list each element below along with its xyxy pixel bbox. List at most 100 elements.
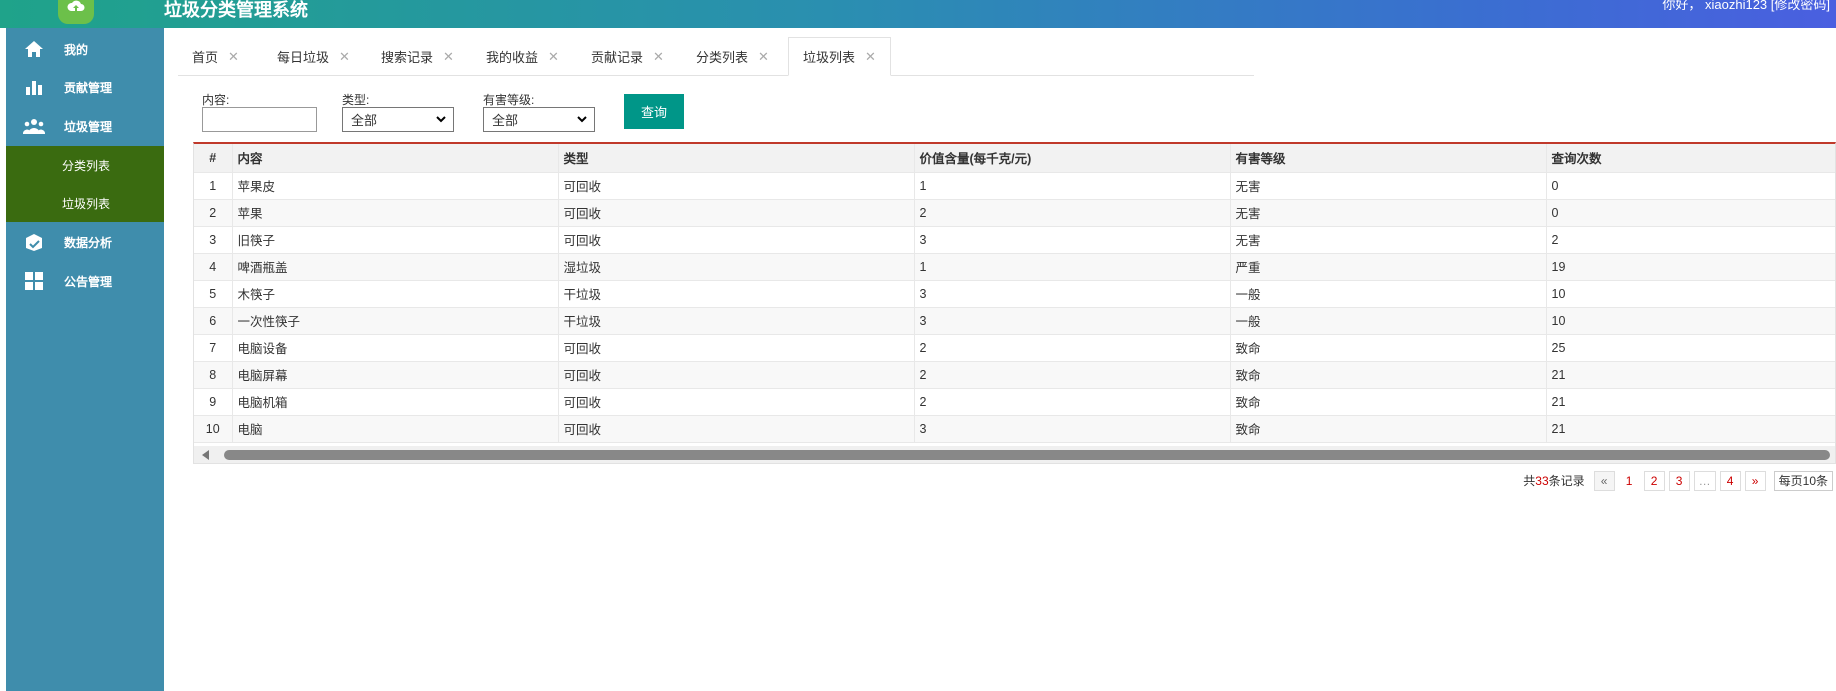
table-cell: 啤酒瓶盖 [232,253,559,281]
close-icon[interactable]: ✕ [653,49,664,65]
page-button[interactable]: 3 [1668,470,1690,491]
harm-level-select[interactable]: 全部 [483,107,595,132]
table-cell: 电脑 [232,415,559,443]
table-cell: 3 [914,415,1231,443]
tab-label: 垃圾列表 [803,50,856,65]
table-cell: 2 [194,199,233,227]
table-cell: 3 [914,280,1231,308]
top-header: 垃圾分类管理系统 你好， xiaozhi123 [修改密码] [0,0,1836,28]
table-cell: 一次性筷子 [232,307,559,335]
tab-label: 分类列表 [696,50,749,65]
pagination: 共33条记录 « 1 2 3 … 4 » 每页10条 [1523,470,1833,491]
sidebar-item-analytics[interactable]: 数据分析 [6,224,164,260]
total-records: 共33条记录 [1523,474,1585,488]
cloud-upload-icon [67,0,85,11]
close-icon[interactable]: ✕ [758,49,769,65]
table-cell: 2 [914,361,1231,389]
user-info[interactable]: 你好， xiaozhi123 [修改密码] [1662,0,1830,13]
app-title: 垃圾分类管理系统 [164,0,308,20]
close-icon[interactable]: ✕ [548,49,559,65]
sidebar-item-mine[interactable]: 我的 [6,31,164,67]
query-button[interactable]: 查询 [624,94,684,129]
table-cell: 严重 [1230,253,1547,281]
table-cell: 21 [1546,415,1835,443]
scrollbar-thumb[interactable] [224,450,1830,460]
content-input[interactable] [202,107,317,132]
table-row: 3 旧筷子 可回收 3 无害 2 [194,226,1835,254]
table-row: 4 啤酒瓶盖 湿垃圾 1 严重 19 [194,253,1835,281]
table-row: 9 电脑机箱 可回收 2 致命 21 [194,388,1835,416]
table-cell: 25 [1546,334,1835,362]
table-cell: 致命 [1230,415,1547,443]
next-page-button[interactable]: » [1744,470,1766,491]
sidebar-item-label: 我的 [64,42,89,57]
table-cell: 可回收 [558,172,915,200]
table-cell: 3 [914,307,1231,335]
prev-page-button[interactable]: « [1593,470,1615,491]
page-button[interactable]: 4 [1719,470,1741,491]
table-cell: 电脑屏幕 [232,361,559,389]
harm-level-label: 有害等级: [483,93,535,107]
sidebar-subitem-garbage-list[interactable]: 垃圾列表 [6,184,164,222]
close-icon[interactable]: ✕ [443,49,454,65]
table-cell: 1 [914,253,1231,281]
table-cell: 4 [194,253,233,281]
tab-garbage-list[interactable]: 垃圾列表 ✕ [788,37,891,76]
users-icon [22,114,46,138]
tab-my-earnings[interactable]: 我的收益 ✕ [486,37,559,76]
garbage-table: # 内容 类型 价值含量(每千克/元) 有害等级 查询次数 1 苹果皮 可回收 1 无害… [193,142,1836,464]
tab-bar: 首页 ✕ 每日垃圾 ✕ 搜索记录 ✕ 我的收益 ✕ 贡献记录 ✕ 分类列表 ✕ 垃圾列表 ✕ [178,37,1254,76]
close-icon[interactable]: ✕ [865,49,876,65]
tab-search-records[interactable]: 搜索记录 ✕ [381,37,454,76]
table-cell: 木筷子 [232,280,559,308]
app-logo [58,0,94,24]
table-cell: 8 [194,361,233,389]
table-cell: 苹果 [232,199,559,227]
sidebar-item-label: 数据分析 [64,235,113,250]
tab-label: 每日垃圾 [277,50,330,65]
harm-level-select-value: 全部 [492,113,519,128]
table-cell: 一般 [1230,280,1547,308]
type-select[interactable]: 全部 [342,107,454,132]
tab-contribution-records[interactable]: 贡献记录 ✕ [591,37,664,76]
chevron-down-icon [577,116,587,123]
table-cell: 0 [1546,199,1835,227]
table-cell: 3 [914,226,1231,254]
tab-label: 我的收益 [486,50,539,65]
close-icon[interactable]: ✕ [228,49,239,65]
type-select-value: 全部 [351,113,378,128]
table-cell: 可回收 [558,199,915,227]
table-cell: 10 [194,415,233,443]
content-label: 内容: [202,93,230,107]
grid-icon [22,269,46,293]
table-cell: 致命 [1230,334,1547,362]
table-cell: 1 [194,172,233,200]
sidebar-item-garbage[interactable]: 垃圾管理 [6,108,164,144]
sidebar-subitem-category-list[interactable]: 分类列表 [6,146,164,184]
sidebar-item-label: 贡献管理 [64,80,113,95]
table-cell: 一般 [1230,307,1547,335]
table-row: 6 一次性筷子 干垃圾 3 一般 10 [194,307,1835,335]
table-cell: 2 [914,334,1231,362]
tab-category-list[interactable]: 分类列表 ✕ [696,37,769,76]
table-row: 2 苹果 可回收 2 无害 0 [194,199,1835,227]
table-cell: 致命 [1230,361,1547,389]
table-cell: 干垃圾 [558,280,915,308]
horizontal-scrollbar[interactable] [194,446,1835,463]
table-header-row: # 内容 类型 价值含量(每千克/元) 有害等级 查询次数 [194,144,1835,173]
table-row: 5 木筷子 干垃圾 3 一般 10 [194,280,1835,308]
table-cell: 可回收 [558,361,915,389]
tab-daily-garbage[interactable]: 每日垃圾 ✕ [277,37,350,76]
table-cell: 无害 [1230,199,1547,227]
column-header: 有害等级 [1230,144,1547,173]
scroll-left-icon[interactable] [202,450,210,460]
close-icon[interactable]: ✕ [339,49,350,65]
page-button-current[interactable]: 1 [1618,470,1640,491]
column-header: 价值含量(每千克/元) [914,144,1231,173]
table-cell: 1 [914,172,1231,200]
sidebar-item-announcement[interactable]: 公告管理 [6,263,164,299]
sidebar-item-contribution[interactable]: 贡献管理 [6,69,164,105]
page-button[interactable]: 2 [1643,470,1665,491]
page-size-select[interactable]: 每页10条 [1773,470,1833,491]
tab-home[interactable]: 首页 ✕ [192,37,239,76]
